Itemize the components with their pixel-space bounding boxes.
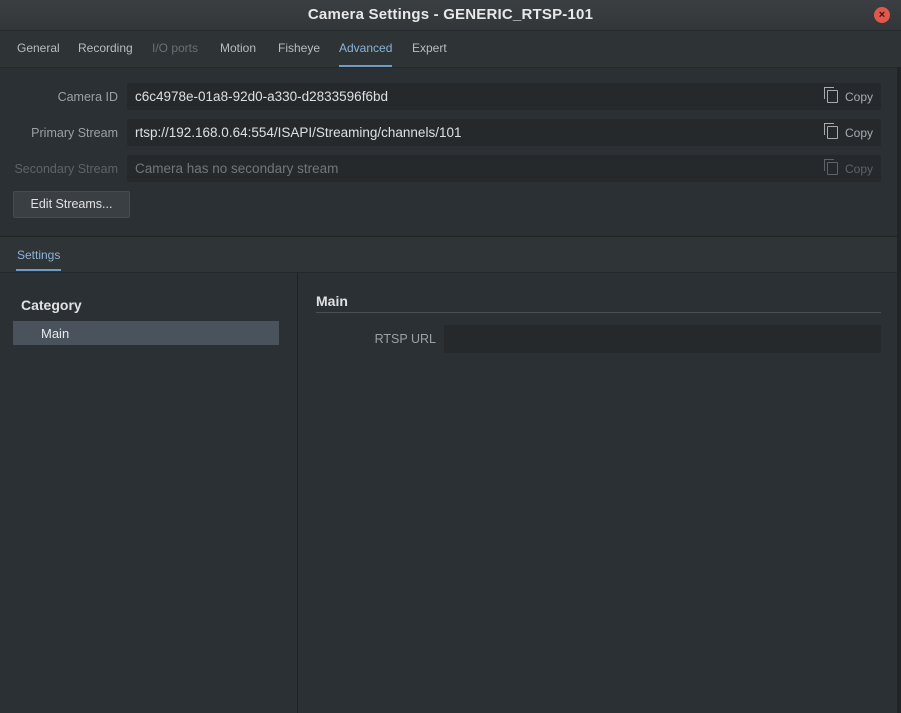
secondary-stream-value: Camera has no secondary stream: [135, 161, 339, 176]
close-icon[interactable]: ×: [874, 7, 890, 23]
category-header: Category: [21, 297, 82, 313]
active-tab-indicator: [339, 65, 392, 67]
tab-recording[interactable]: Recording: [78, 41, 133, 55]
copy-icon: [823, 87, 838, 103]
tab-settings[interactable]: Settings: [17, 248, 60, 262]
copy-primary-stream-button[interactable]: Copy: [823, 123, 873, 140]
window-edge: [897, 67, 901, 713]
tab-advanced[interactable]: Advanced: [339, 41, 392, 55]
window-title: Camera Settings - GENERIC_RTSP-101: [307, 6, 594, 23]
primary-stream-value: rtsp://192.168.0.64:554/ISAPI/Streaming/…: [135, 125, 462, 140]
tab-motion[interactable]: Motion: [220, 41, 256, 55]
secondary-stream-label: Secondary Stream: [14, 162, 118, 176]
copy-label: Copy: [844, 90, 873, 104]
copy-camera-id-button[interactable]: Copy: [823, 87, 873, 104]
copy-secondary-stream-button: Copy: [823, 159, 873, 176]
title-bar: Camera Settings - GENERIC_RTSP-101 ×: [0, 0, 901, 31]
category-item-main[interactable]: Main: [13, 321, 279, 345]
settings-tab-indicator: [16, 269, 61, 271]
secondary-stream-field: Camera has no secondary stream Copy: [127, 155, 881, 182]
camera-id-value: c6c4978e-01a8-92d0-a330-d2833596f6bd: [135, 89, 388, 104]
copy-icon: [823, 159, 838, 175]
rtsp-url-label: RTSP URL: [374, 332, 436, 346]
copy-icon: [823, 123, 838, 139]
category-item-label: Main: [41, 326, 70, 341]
copy-label: Copy: [844, 126, 873, 140]
main-section-header: Main: [316, 293, 348, 309]
section-separator: [316, 312, 881, 313]
tab-fisheye[interactable]: Fisheye: [278, 41, 320, 55]
tab-general[interactable]: General: [17, 41, 60, 55]
edit-streams-button[interactable]: Edit Streams...: [13, 191, 130, 218]
primary-stream-field[interactable]: rtsp://192.168.0.64:554/ISAPI/Streaming/…: [127, 119, 881, 146]
tab-bar: General Recording I/O ports Motion Fishe…: [0, 31, 901, 68]
settings-panel: Main RTSP URL: [298, 273, 897, 713]
tab-expert[interactable]: Expert: [412, 41, 447, 55]
primary-stream-label: Primary Stream: [31, 126, 118, 140]
settings-tab-bar: Settings: [0, 237, 897, 273]
tab-io-ports[interactable]: I/O ports: [152, 41, 198, 55]
copy-label: Copy: [844, 162, 873, 176]
rtsp-url-input[interactable]: [444, 325, 881, 353]
camera-id-field[interactable]: c6c4978e-01a8-92d0-a330-d2833596f6bd Cop…: [127, 83, 881, 110]
camera-id-label: Camera ID: [57, 90, 118, 104]
category-panel: Category Main: [0, 273, 298, 713]
